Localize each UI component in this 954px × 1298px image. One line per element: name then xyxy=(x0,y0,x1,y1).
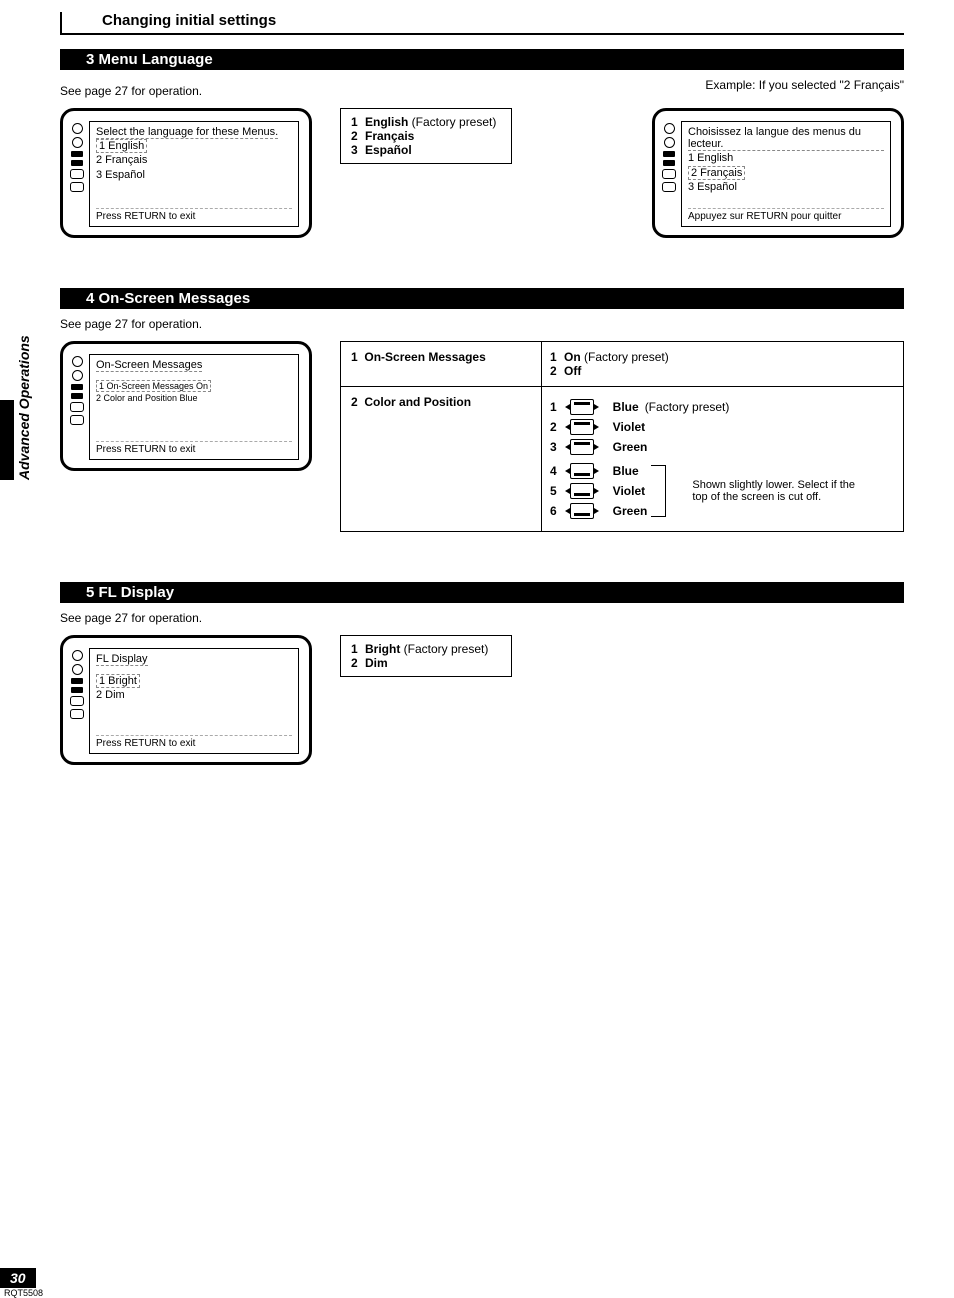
opt-label: On xyxy=(564,350,581,364)
cp-label: Green xyxy=(613,440,648,454)
page-title: Changing initial settings xyxy=(102,12,904,29)
page-title-bar: Changing initial settings xyxy=(60,12,904,35)
position-icon-bottom xyxy=(570,463,594,479)
row-label: On-Screen Messages xyxy=(364,350,485,364)
tv-footer: Press RETURN to exit xyxy=(96,441,292,455)
tv-side-icons xyxy=(69,121,85,227)
section-fl-display: 5 FL Display See page 27 for operation. … xyxy=(60,582,904,765)
see-page-text: See page 27 for operation. xyxy=(60,611,904,625)
tv-list-item: 1 On-Screen Messages On xyxy=(96,380,211,392)
cp-num: 3 xyxy=(550,440,564,454)
bracket-icon xyxy=(651,465,666,517)
see-page-text: See page 27 for operation. xyxy=(60,317,904,331)
row-num: 2 xyxy=(351,395,358,409)
cp-note-inline: (Factory preset) xyxy=(645,400,730,414)
section-bar-5: 5 FL Display xyxy=(60,582,904,603)
manual-page: Changing initial settings 3 Menu Languag… xyxy=(0,0,954,855)
row-label: Color and Position xyxy=(364,395,471,409)
opt-num: 1 xyxy=(550,350,564,364)
page-number: 30 xyxy=(0,1268,36,1288)
opt-num: 2 xyxy=(351,129,365,143)
table-row: 2 Color and Position 1 Blue (Factory pre… xyxy=(341,387,903,531)
opt-note: (Factory preset) xyxy=(400,642,488,656)
tv-heading: Select the language for these Menus. xyxy=(96,126,278,139)
tv-list-item: 1 Bright xyxy=(96,674,140,688)
tv-side-icons xyxy=(69,354,85,460)
opt-label: Español xyxy=(365,143,412,157)
tv-screen-illustration: Select the language for these Menus. 1 E… xyxy=(60,108,312,238)
example-text: Example: If you selected "2 Français" xyxy=(705,78,904,100)
tv-list-item: 1 English xyxy=(96,139,147,153)
cp-side-note: Shown slightly lower. Select if the top … xyxy=(692,479,872,503)
opt-note: (Factory preset) xyxy=(408,115,496,129)
position-icon-top xyxy=(570,419,594,435)
cp-num: 2 xyxy=(550,420,564,434)
tv-list-item: 2 Color and Position Blue xyxy=(96,392,292,405)
cp-num: 6 xyxy=(550,504,564,518)
cp-label: Violet xyxy=(613,420,645,434)
opt-label: Dim xyxy=(365,656,388,670)
cp-num: 5 xyxy=(550,484,564,498)
section-bar-3: 3 Menu Language xyxy=(60,49,904,70)
tv-heading: FL Display xyxy=(96,653,148,666)
row-num: 1 xyxy=(351,350,358,364)
section-menu-language: 3 Menu Language See page 27 for operatio… xyxy=(60,49,904,238)
opt-num: 3 xyxy=(351,143,365,157)
osm-options-table: 1 On-Screen Messages 1On (Factory preset… xyxy=(340,341,904,532)
see-page-text: See page 27 for operation. xyxy=(60,84,202,98)
language-options-box: 1English (Factory preset) 2Français 3Esp… xyxy=(340,108,512,164)
tv-list-item: 1 English xyxy=(688,151,884,166)
cp-label: Blue xyxy=(613,464,639,478)
tv-footer: Press RETURN to exit xyxy=(96,208,292,222)
tv-heading: Choisissez la langue des menus du lecteu… xyxy=(688,126,884,151)
tv-list-item: 2 Français xyxy=(688,166,745,180)
position-icon-bottom xyxy=(570,483,594,499)
opt-label: English xyxy=(365,115,408,129)
tv-footer: Appuyez sur RETURN pour quitter xyxy=(688,208,884,222)
opt-label: Bright xyxy=(365,642,400,656)
opt-num: 1 xyxy=(351,115,365,129)
tv-footer: Press RETURN to exit xyxy=(96,735,292,749)
table-row: 1 On-Screen Messages 1On (Factory preset… xyxy=(341,342,903,387)
opt-label: Off xyxy=(564,364,581,378)
tv-side-icons xyxy=(69,648,85,754)
tv-heading: On-Screen Messages xyxy=(96,359,202,372)
tv-side-icons xyxy=(661,121,677,227)
position-icon-top xyxy=(570,399,594,415)
position-icon-top xyxy=(570,439,594,455)
tv-list-item: 2 Français xyxy=(96,153,292,168)
cp-label: Green xyxy=(613,504,648,518)
tv-list-item: 3 Español xyxy=(688,180,884,195)
opt-num: 2 xyxy=(351,656,365,670)
tv-list-item: 3 Español xyxy=(96,168,292,183)
section-on-screen-messages: 4 On-Screen Messages See page 27 for ope… xyxy=(60,288,904,532)
document-code: RQT5508 xyxy=(4,1288,43,1298)
cp-label: Blue xyxy=(613,400,639,414)
tv-screen-illustration: FL Display 1 Bright 2 Dim Press RETURN t… xyxy=(60,635,312,765)
opt-note: (Factory preset) xyxy=(581,350,669,364)
cp-num: 4 xyxy=(550,464,564,478)
section-bar-4: 4 On-Screen Messages xyxy=(60,288,904,309)
tv-list-item: 2 Dim xyxy=(96,688,292,703)
tv-screen-illustration: On-Screen Messages 1 On-Screen Messages … xyxy=(60,341,312,471)
opt-label: Français xyxy=(365,129,414,143)
fl-display-options-box: 1Bright (Factory preset) 2Dim xyxy=(340,635,512,677)
cp-num: 1 xyxy=(550,400,564,414)
opt-num: 2 xyxy=(550,364,564,378)
cp-label: Violet xyxy=(613,484,645,498)
position-icon-bottom xyxy=(570,503,594,519)
tv-screen-illustration-fr: Choisissez la langue des menus du lecteu… xyxy=(652,108,904,238)
opt-num: 1 xyxy=(351,642,365,656)
